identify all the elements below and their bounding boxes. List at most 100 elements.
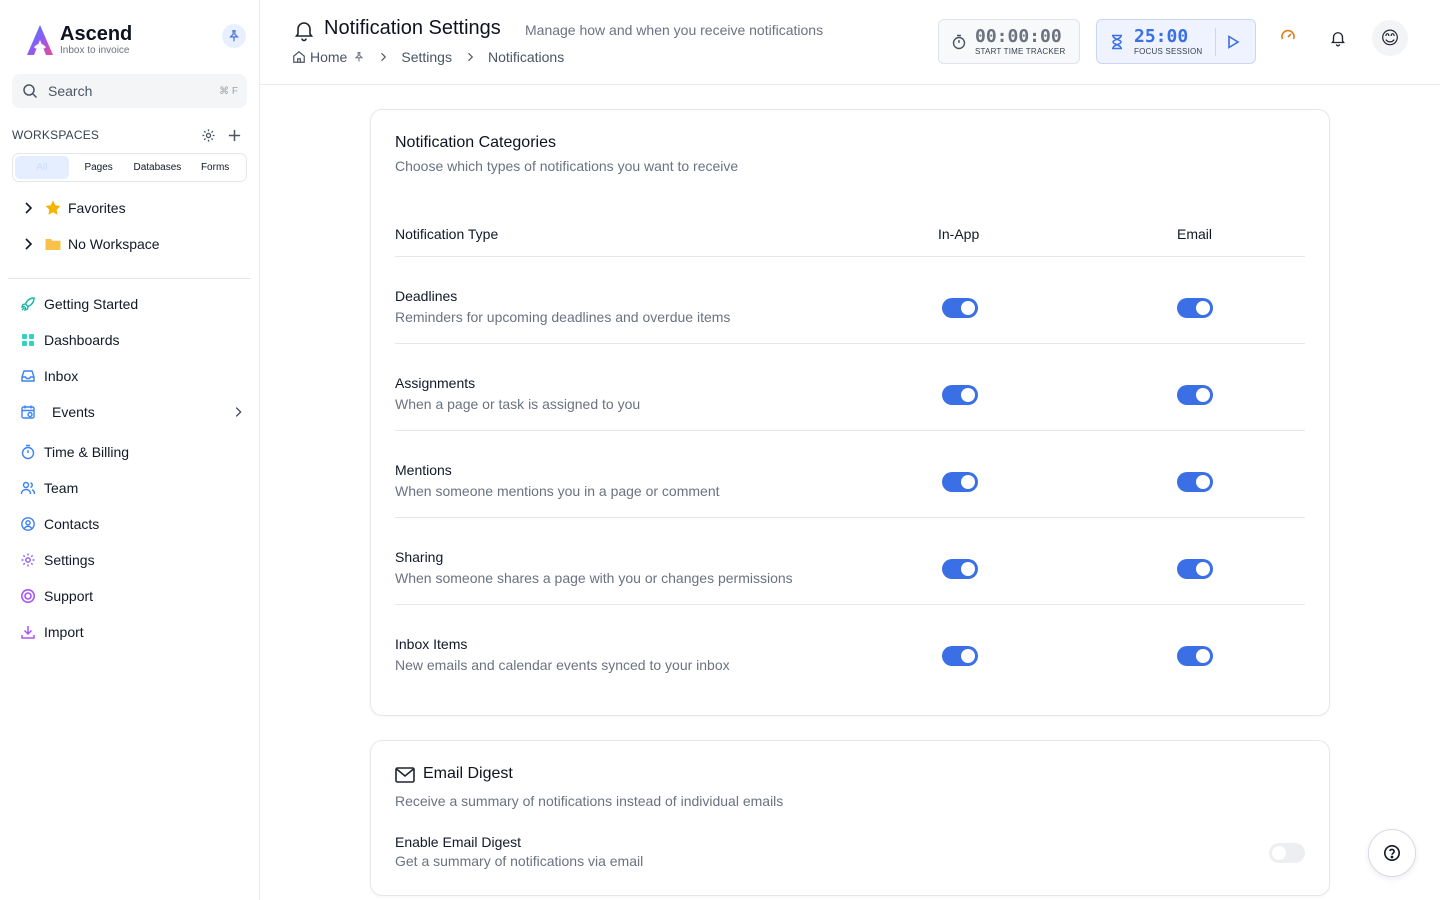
brand[interactable]: Ascend Inbox to invoice bbox=[24, 22, 132, 58]
nav-label: Settings bbox=[44, 552, 95, 568]
column-header-type: Notification Type bbox=[395, 226, 499, 242]
help-button[interactable] bbox=[1368, 829, 1416, 877]
row-description: When a page or task is assigned to you bbox=[395, 396, 641, 412]
card-description: Receive a summary of notifications inste… bbox=[395, 793, 784, 809]
nav-label: Team bbox=[44, 480, 79, 496]
table-row: Assignments When a page or task is assig… bbox=[395, 344, 1305, 431]
nav-label: Time & Billing bbox=[44, 444, 130, 460]
in-app-toggle[interactable] bbox=[942, 472, 978, 492]
workspace-filter: All Pages Databases Forms bbox=[12, 153, 247, 182]
row-description: New emails and calendar events synced to… bbox=[395, 657, 730, 673]
nav-label: Getting Started bbox=[44, 296, 139, 312]
row-name: Inbox Items bbox=[395, 636, 468, 652]
breadcrumb-home[interactable]: Home bbox=[310, 49, 347, 65]
focus-session-widget[interactable]: 25:00 FOCUS SESSION bbox=[1096, 19, 1256, 64]
email-toggle[interactable] bbox=[1177, 472, 1213, 492]
focus-session-caption: FOCUS SESSION bbox=[1134, 47, 1203, 56]
email-digest-card: Email Digest Receive a summary of notifi… bbox=[370, 740, 1330, 896]
gear-icon bbox=[20, 552, 36, 568]
row-description: Reminders for upcoming deadlines and ove… bbox=[395, 309, 731, 325]
email-digest-toggle[interactable] bbox=[1269, 843, 1305, 863]
brand-name: Ascend bbox=[60, 23, 133, 45]
email-toggle[interactable] bbox=[1177, 385, 1213, 405]
download-icon bbox=[20, 624, 36, 640]
sidebar-divider bbox=[8, 278, 251, 279]
filter-databases[interactable]: Databases bbox=[129, 156, 187, 179]
nav-time-billing[interactable]: Time & Billing bbox=[20, 444, 245, 460]
nav-label: Dashboards bbox=[44, 332, 120, 348]
row-name: Deadlines bbox=[395, 288, 458, 304]
nav-getting-started[interactable]: Getting Started bbox=[20, 296, 245, 312]
time-tracker-caption: START TIME TRACKER bbox=[975, 47, 1066, 56]
nav-label: Import bbox=[44, 624, 84, 640]
nav-label: Inbox bbox=[44, 368, 79, 384]
column-header-email: Email bbox=[1177, 226, 1213, 242]
home-icon bbox=[293, 50, 305, 63]
search-input[interactable]: Search ⌘ F bbox=[12, 74, 247, 108]
play-icon[interactable] bbox=[1225, 34, 1241, 50]
avatar[interactable]: 😊 bbox=[1372, 20, 1408, 56]
add-workspace-icon[interactable] bbox=[227, 128, 242, 143]
in-app-toggle[interactable] bbox=[942, 385, 978, 405]
nav-label: Contacts bbox=[44, 516, 100, 532]
lifebuoy-icon bbox=[20, 588, 36, 604]
filter-forms[interactable]: Forms bbox=[186, 156, 244, 179]
chevron-right-icon bbox=[381, 52, 387, 62]
pin-icon bbox=[229, 30, 239, 42]
in-app-toggle[interactable] bbox=[942, 559, 978, 579]
time-tracker-value: 00:00:00 bbox=[975, 26, 1062, 47]
nav-label: Events bbox=[52, 404, 95, 420]
nav-settings[interactable]: Settings bbox=[20, 552, 245, 568]
bell-icon bbox=[294, 22, 314, 42]
nav-events[interactable]: Events bbox=[20, 404, 245, 420]
tree-item-favorites[interactable]: Favorites bbox=[20, 199, 126, 217]
notifications-bell-icon[interactable] bbox=[1329, 29, 1347, 47]
in-app-toggle[interactable] bbox=[942, 646, 978, 666]
nav-support[interactable]: Support bbox=[20, 588, 245, 604]
row-name: Assignments bbox=[395, 375, 476, 391]
nav-label: Support bbox=[44, 588, 94, 604]
breadcrumb: Home Settings Notifications bbox=[292, 49, 564, 65]
nav-dashboards[interactable]: Dashboards bbox=[20, 332, 245, 348]
email-toggle[interactable] bbox=[1177, 298, 1213, 318]
contact-icon bbox=[20, 516, 36, 532]
tree-label: Favorites bbox=[68, 200, 126, 216]
column-header-in-app: In-App bbox=[938, 226, 980, 242]
in-app-toggle[interactable] bbox=[942, 298, 978, 318]
speedometer-icon[interactable] bbox=[1280, 27, 1296, 43]
breadcrumb-settings[interactable]: Settings bbox=[401, 49, 452, 65]
filter-pages[interactable]: Pages bbox=[69, 156, 129, 179]
table-row: Mentions When someone mentions you in a … bbox=[395, 431, 1305, 518]
chevron-right-icon[interactable] bbox=[231, 405, 245, 419]
filter-all[interactable]: All bbox=[15, 156, 69, 179]
email-toggle[interactable] bbox=[1177, 646, 1213, 666]
time-tracker-button[interactable]: 00:00:00 START TIME TRACKER bbox=[938, 19, 1080, 64]
chevron-right-icon[interactable] bbox=[20, 200, 36, 216]
search-placeholder: Search bbox=[48, 83, 93, 99]
nav-contacts[interactable]: Contacts bbox=[20, 516, 245, 532]
calendar-icon bbox=[20, 404, 36, 420]
pin-sidebar-button[interactable] bbox=[222, 24, 246, 48]
pin-icon[interactable] bbox=[353, 51, 365, 63]
brand-tagline: Inbox to invoice bbox=[60, 45, 130, 56]
workspace-settings-icon[interactable] bbox=[201, 128, 216, 143]
card-description: Choose which types of notifications you … bbox=[395, 158, 739, 174]
row-description: When someone mentions you in a page or c… bbox=[395, 483, 720, 499]
inbox-icon bbox=[20, 368, 36, 384]
nav-team[interactable]: Team bbox=[20, 480, 245, 496]
digest-option-description: Get a summary of notifications via email bbox=[395, 853, 644, 869]
row-name: Sharing bbox=[395, 549, 444, 565]
notification-categories-card: Notification Categories Choose which typ… bbox=[370, 109, 1330, 716]
users-icon bbox=[20, 480, 36, 496]
nav-inbox[interactable]: Inbox bbox=[20, 368, 245, 384]
hourglass-icon bbox=[1112, 34, 1122, 49]
row-description: When someone shares a page with you or c… bbox=[395, 570, 793, 586]
focus-session-value: 25:00 bbox=[1134, 26, 1189, 47]
email-toggle[interactable] bbox=[1177, 559, 1213, 579]
dashboard-icon bbox=[20, 332, 36, 348]
nav-import[interactable]: Import bbox=[20, 624, 245, 640]
page-header: Notification Settings Manage how and whe… bbox=[260, 0, 1440, 85]
table-row: Sharing When someone shares a page with … bbox=[395, 518, 1305, 605]
tree-item-no-workspace[interactable]: No Workspace bbox=[20, 235, 160, 253]
chevron-right-icon[interactable] bbox=[20, 236, 36, 252]
